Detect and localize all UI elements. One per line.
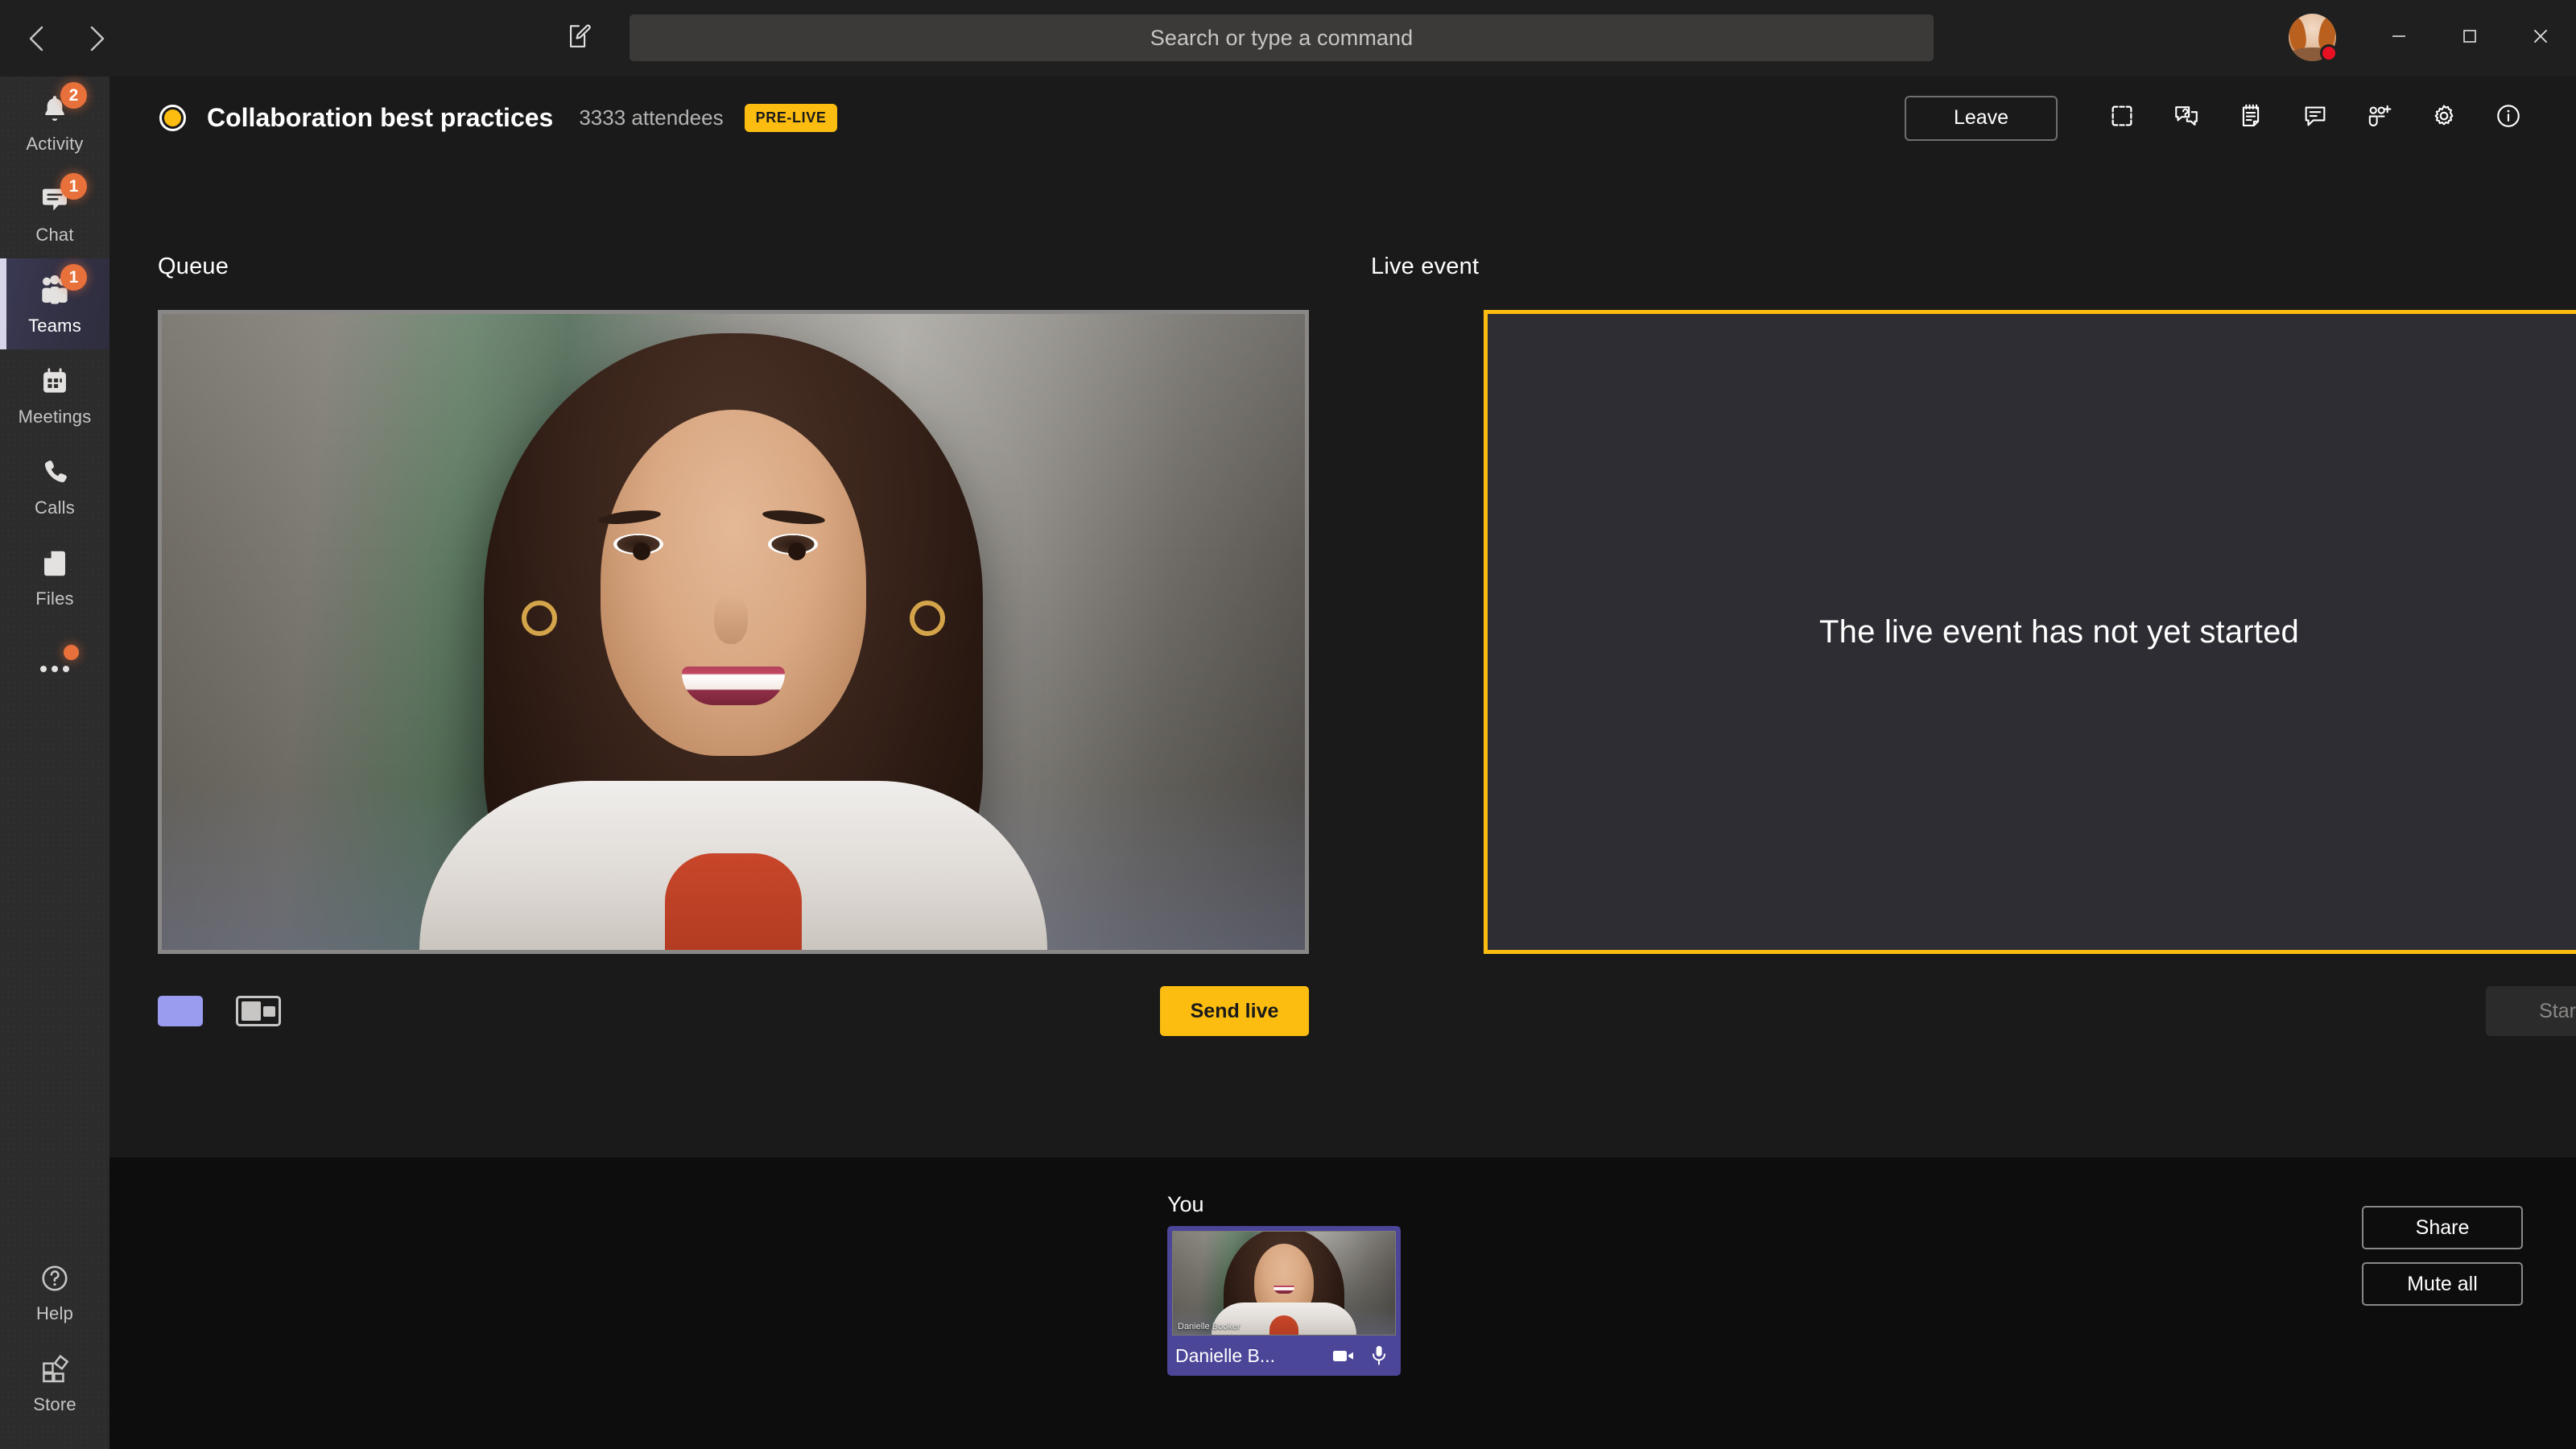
sidebar-item-label: Help — [35, 1303, 74, 1323]
sidebar-item-calls[interactable]: Calls — [0, 440, 109, 531]
presence-status-badge — [2320, 44, 2338, 62]
sidebar-item-help[interactable]: Help — [0, 1246, 109, 1337]
live-event-label: Live event — [1371, 254, 1480, 279]
notes-icon — [2237, 102, 2264, 134]
compose-icon — [565, 23, 592, 54]
bell-icon: 2 — [34, 82, 87, 128]
chat-bubble-icon — [2301, 102, 2329, 134]
you-label: You — [1167, 1192, 1204, 1216]
queue-controls: Send live — [158, 986, 1309, 1060]
ellipsis-icon — [34, 644, 79, 687]
queue-label: Queue — [158, 254, 229, 279]
chat-button[interactable] — [2283, 89, 2347, 147]
qna-button[interactable] — [2154, 89, 2219, 147]
event-header: Collaboration best practices 3333 attend… — [109, 76, 2576, 159]
minimize-button[interactable] — [2363, 0, 2434, 76]
sidebar-item-label: Teams — [28, 316, 81, 336]
qna-icon — [2173, 102, 2200, 134]
self-participant-name: Danielle B... — [1175, 1344, 1276, 1366]
leave-button[interactable]: Leave — [1905, 95, 2058, 141]
queue-video-content — [162, 314, 1305, 950]
teams-live-event-window: Search or type a command 2 Activity 1 Ch… — [0, 0, 2576, 1449]
self-video-tile[interactable]: Danielle Booker Danielle B... — [1167, 1226, 1401, 1376]
status-badge: PRE-LIVE — [744, 104, 838, 132]
sidebar-item-label: Calls — [35, 497, 75, 518]
gear-icon — [2430, 102, 2458, 134]
activity-badge: 2 — [60, 82, 87, 109]
record-indicator-icon — [159, 105, 186, 131]
info-icon — [2495, 102, 2522, 134]
add-people-icon — [2365, 102, 2394, 134]
chevron-right-icon — [86, 25, 107, 52]
file-icon — [34, 544, 76, 583]
sidebar-item-meetings[interactable]: Meetings — [0, 349, 109, 440]
share-button[interactable]: Share — [2362, 1206, 2523, 1249]
avatar[interactable] — [2289, 14, 2338, 62]
info-button[interactable] — [2476, 89, 2541, 147]
maximize-button[interactable] — [2434, 0, 2505, 76]
fullscreen-button[interactable] — [2090, 89, 2154, 147]
sidebar-item-label: Store — [33, 1394, 76, 1414]
teams-icon: 1 — [34, 264, 87, 310]
sidebar-item-chat[interactable]: 1 Chat — [0, 167, 109, 258]
minimize-icon — [2389, 27, 2409, 50]
compose-button[interactable] — [555, 14, 602, 61]
self-video-caption: Danielle Booker — [1178, 1322, 1241, 1331]
send-live-button[interactable]: Send live — [1160, 986, 1309, 1036]
camera-icon[interactable] — [1330, 1342, 1357, 1369]
live-event-placeholder: The live event has not yet started — [1818, 613, 2300, 650]
page-title: Collaboration best practices — [207, 103, 554, 132]
chevron-left-icon — [27, 25, 47, 52]
sidebar-item-label: Activity — [26, 134, 84, 154]
close-icon — [2530, 26, 2551, 51]
live-event-preview: The live event has not yet started — [1484, 310, 2576, 954]
window-controls — [2363, 0, 2576, 76]
maximize-icon — [2460, 27, 2479, 50]
sidebar-item-label: Chat — [35, 225, 74, 245]
chat-icon: 1 — [34, 173, 87, 219]
back-button[interactable] — [14, 16, 60, 61]
left-rail: 2 Activity 1 Chat 1 Teams Meetings Calls… — [0, 76, 109, 1449]
main-stage: Collaboration best practices 3333 attend… — [109, 76, 2576, 1158]
header-actions: Leave — [1905, 76, 2541, 159]
chat-badge: 1 — [60, 173, 87, 200]
store-icon — [34, 1350, 76, 1389]
nav-arrows — [14, 16, 119, 61]
bottom-right-actions: Share Mute all — [2362, 1206, 2523, 1306]
rail-bottom-group: Help Store — [0, 1246, 109, 1428]
layout-split-button[interactable] — [236, 996, 281, 1026]
phone-icon — [34, 453, 76, 492]
bottom-bar: You Danielle Booker Danielle B... Share … — [109, 1158, 2576, 1449]
search-input[interactable]: Search or type a command — [630, 14, 1934, 61]
more-options-dot-badge — [64, 644, 79, 660]
attendee-count: 3333 attendees — [579, 105, 724, 130]
self-tile-footer: Danielle B... — [1172, 1335, 1396, 1376]
teams-badge: 1 — [60, 264, 87, 291]
sidebar-item-activity[interactable]: 2 Activity — [0, 76, 109, 167]
sidebar-item-teams[interactable]: 1 Teams — [0, 258, 109, 349]
add-people-button[interactable] — [2347, 89, 2412, 147]
sidebar-item-label: Files — [35, 588, 74, 609]
self-video-thumbnail: Danielle Booker — [1172, 1231, 1396, 1335]
sidebar-item-files[interactable]: Files — [0, 531, 109, 622]
title-bar: Search or type a command — [0, 0, 2576, 76]
sidebar-item-label: Meetings — [18, 407, 92, 427]
mute-all-button[interactable]: Mute all — [2362, 1262, 2523, 1306]
queue-video-preview[interactable] — [158, 310, 1309, 954]
help-icon — [34, 1259, 76, 1298]
close-button[interactable] — [2505, 0, 2576, 76]
layout-single-button[interactable] — [158, 996, 203, 1026]
search-placeholder: Search or type a command — [1150, 25, 1414, 50]
sidebar-item-store[interactable]: Store — [0, 1337, 109, 1428]
start-button[interactable]: Start — [2486, 986, 2576, 1036]
sidebar-item-more[interactable] — [0, 622, 109, 713]
calendar-icon — [34, 362, 76, 401]
fullscreen-icon — [2108, 102, 2136, 134]
settings-button[interactable] — [2412, 89, 2476, 147]
forward-button[interactable] — [74, 16, 119, 61]
microphone-icon[interactable] — [1365, 1342, 1393, 1369]
notes-button[interactable] — [2219, 89, 2283, 147]
